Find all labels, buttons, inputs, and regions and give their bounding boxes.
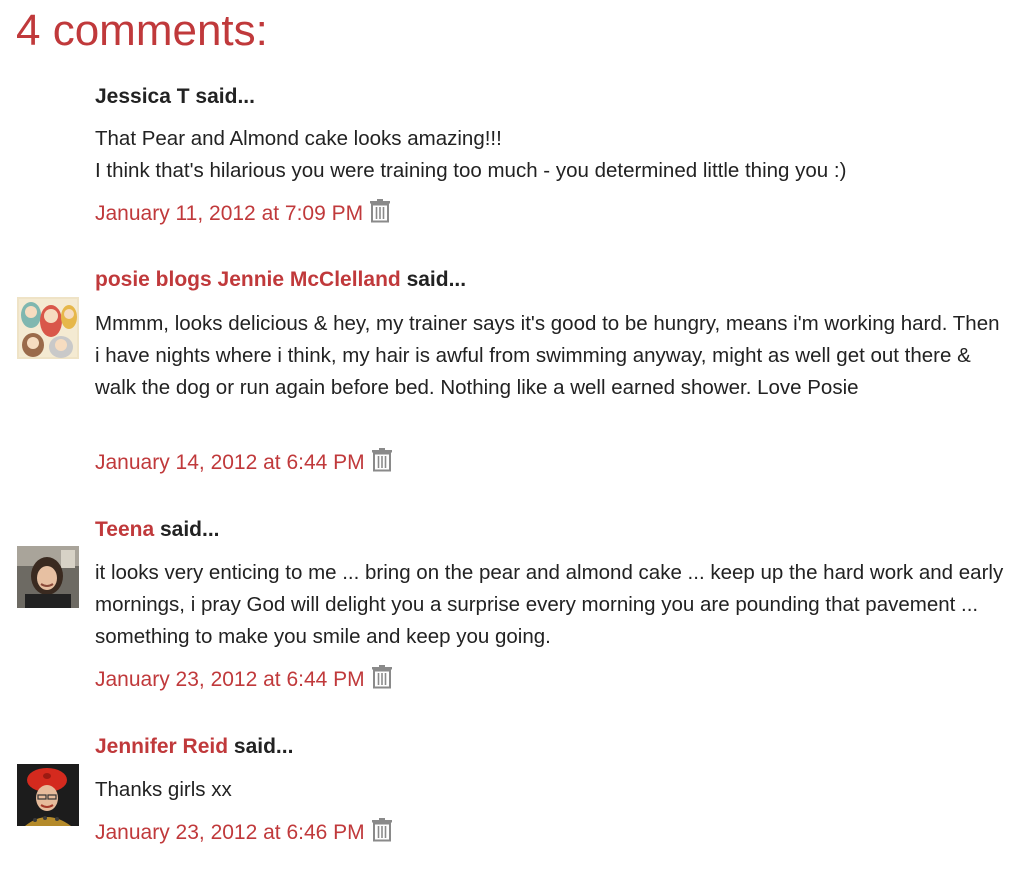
comment-body: Thanks girls xx [95,778,232,801]
comment-body: Mmmm, looks delicious & hey, my trainer … [95,312,1000,399]
comment-timestamp-link[interactable]: January 14, 2012 at 6:44 PM [95,451,365,474]
comment-timestamp-link[interactable]: January 23, 2012 at 6:46 PM [95,821,365,844]
comment-body-line: I think that's hilarious you were traini… [95,159,847,182]
said-label: said... [159,518,220,541]
said-label: said... [233,735,294,758]
avatar[interactable] [17,764,79,826]
comment-timestamp-link[interactable]: January 11, 2012 at 7:09 PM [95,202,363,225]
avatar[interactable] [17,297,79,359]
comment-author-link[interactable]: Teena [95,518,154,541]
avatar[interactable] [17,546,79,608]
trash-icon[interactable] [371,818,393,851]
comment-footer: January 23, 2012 at 6:44 PM [95,665,393,698]
comment-footer: January 11, 2012 at 7:09 PM [95,199,391,232]
comment-author-name: Jessica T [95,85,190,108]
comment-author-link[interactable]: posie blogs Jennie McClelland [95,268,401,291]
trash-icon[interactable] [369,199,391,232]
comment-footer: January 14, 2012 at 6:44 PM [95,448,393,481]
comment-author-line: Jessica T said... [95,82,255,112]
comment-author-line: Teena said... [95,515,220,545]
comments-heading: 4 comments: [16,6,268,55]
comment-timestamp-link[interactable]: January 23, 2012 at 6:44 PM [95,668,365,691]
comments-section: 4 comments: Jessica T said... That Pear … [0,0,1030,891]
comment-author-link[interactable]: Jennifer Reid [95,735,228,758]
comment-body-line: That Pear and Almond cake looks amazing!… [95,127,502,150]
comment-author-line: posie blogs Jennie McClelland said... [95,265,466,295]
said-label: said... [195,85,255,108]
comment-body: That Pear and Almond cake looks amazing!… [95,123,1005,187]
said-label: said... [406,268,467,291]
comment-author-line: Jennifer Reid said... [95,732,293,762]
comment-footer: January 23, 2012 at 6:46 PM [95,818,393,851]
trash-icon[interactable] [371,448,393,481]
comment-body: it looks very enticing to me ... bring o… [95,561,1004,648]
trash-icon[interactable] [371,665,393,698]
